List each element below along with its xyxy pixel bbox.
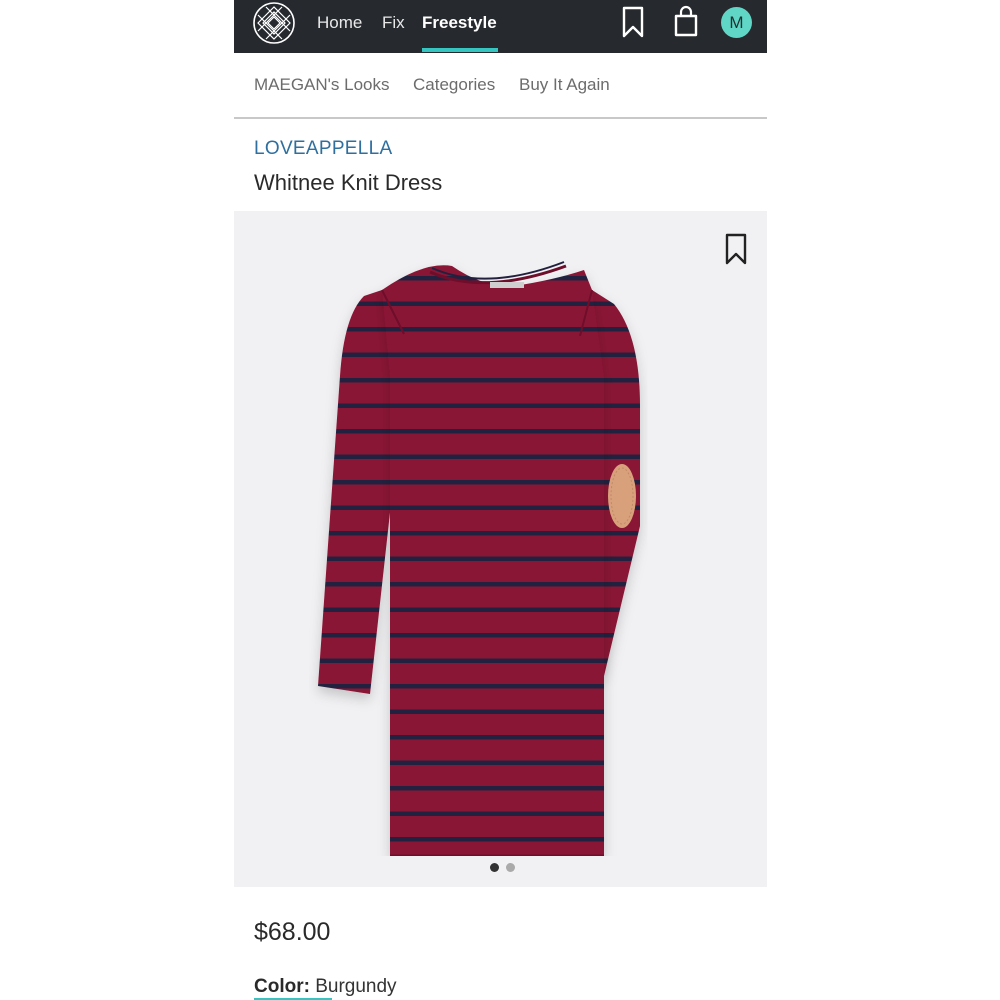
- product-image-carousel[interactable]: [234, 211, 767, 887]
- subnav-categories[interactable]: Categories: [413, 75, 495, 95]
- subnav-looks[interactable]: MAEGAN's Looks: [254, 75, 390, 95]
- carousel-dot-1[interactable]: [490, 863, 499, 872]
- top-nav-bar: Home Fix Freestyle M: [234, 0, 767, 53]
- stitchfix-logo-icon[interactable]: [252, 1, 296, 45]
- nav-freestyle[interactable]: Freestyle: [422, 12, 497, 34]
- product-price: $68.00: [254, 918, 331, 946]
- product-brand[interactable]: LOVEAPPELLA: [254, 138, 393, 160]
- nav-home[interactable]: Home: [317, 12, 362, 34]
- active-tab-indicator: [422, 48, 498, 52]
- shopping-bag-icon[interactable]: [672, 4, 700, 40]
- carousel-dot-2[interactable]: [506, 863, 515, 872]
- product-image: [318, 261, 640, 856]
- nav-fix[interactable]: Fix: [382, 12, 405, 34]
- color-selector[interactable]: Color: Burgundy: [254, 976, 397, 998]
- color-label: Color:: [254, 976, 310, 997]
- sub-nav: MAEGAN's Looks Categories Buy It Again: [234, 53, 767, 119]
- product-title: Whitnee Knit Dress: [254, 170, 443, 195]
- save-bookmark-icon[interactable]: [723, 231, 749, 267]
- subnav-buy-again[interactable]: Buy It Again: [519, 75, 610, 95]
- color-value: Burgundy: [315, 976, 397, 997]
- bookmark-icon[interactable]: [619, 4, 647, 40]
- app-frame: Home Fix Freestyle M MAEGAN's Looks Cate…: [234, 0, 767, 1000]
- user-avatar[interactable]: M: [721, 7, 752, 38]
